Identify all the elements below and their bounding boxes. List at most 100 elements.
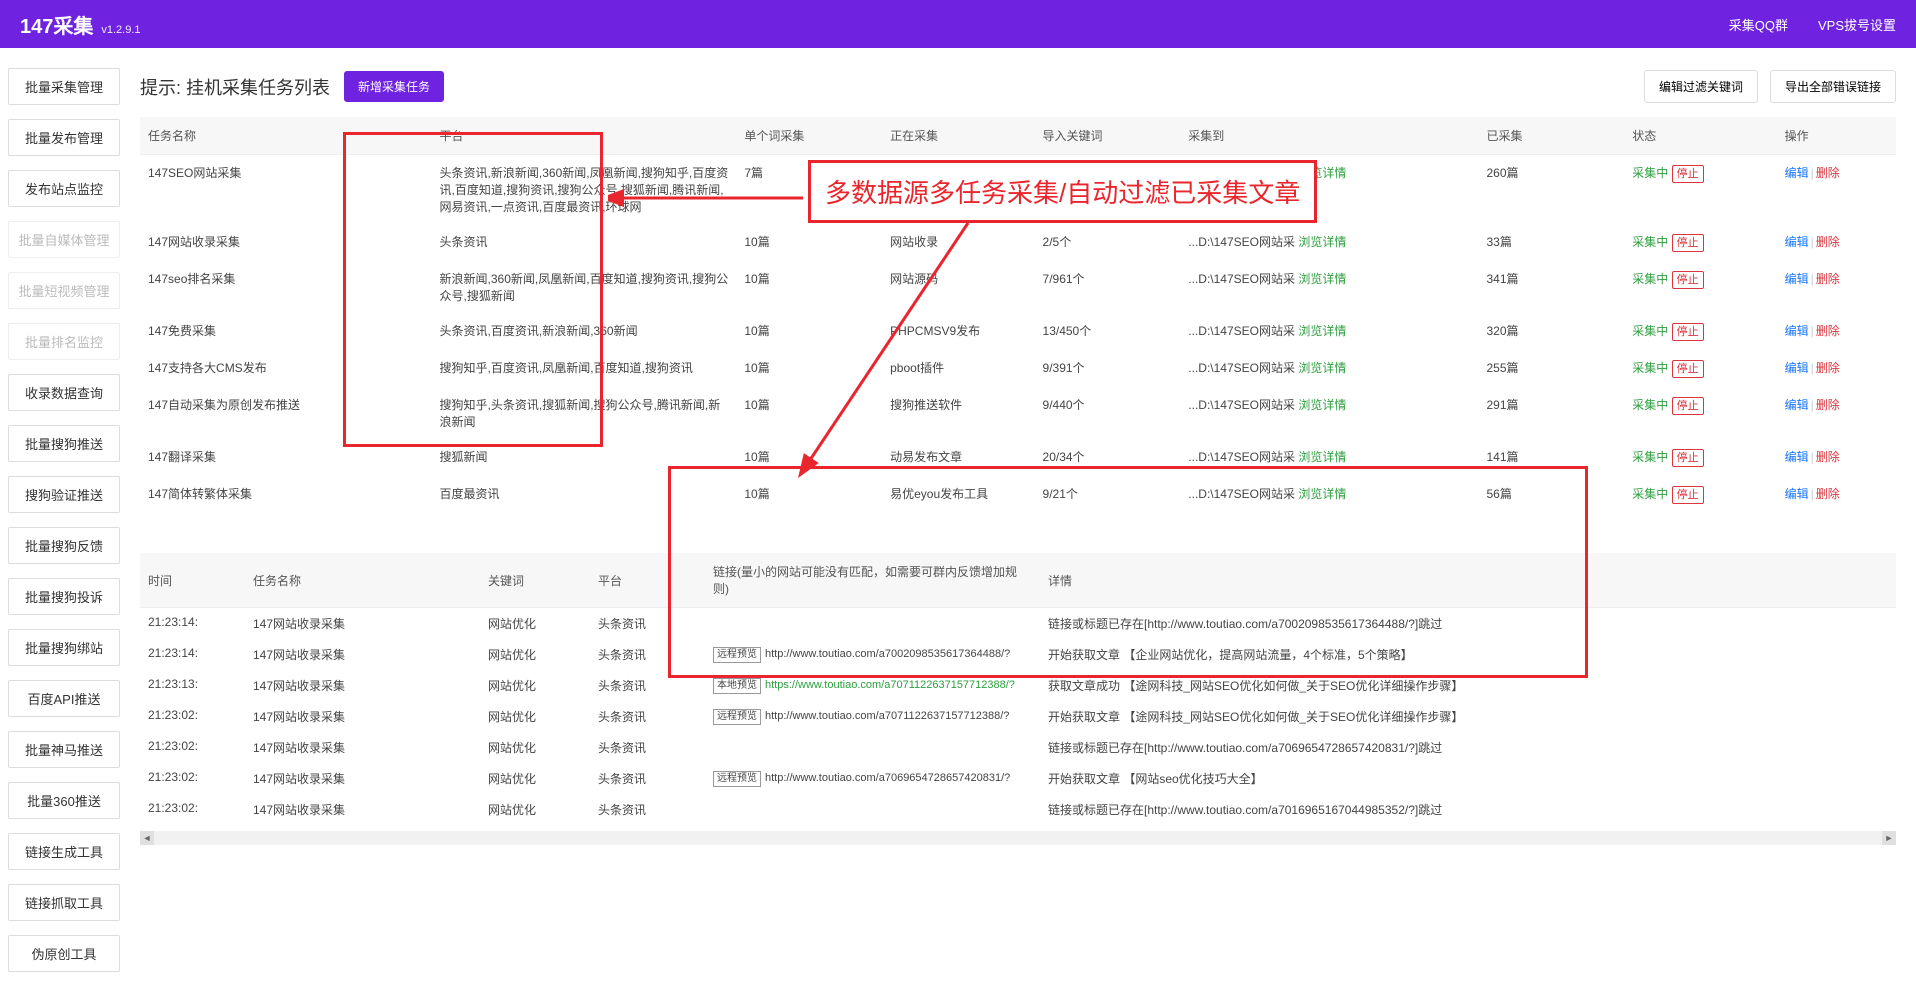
delete-link[interactable]: 删除	[1816, 324, 1840, 338]
browse-detail-link[interactable]: 浏览详情	[1298, 235, 1346, 249]
stop-button[interactable]: 停止	[1672, 271, 1704, 289]
cell-import: 9/440个	[1035, 387, 1181, 439]
stop-button[interactable]: 停止	[1672, 323, 1704, 341]
sidebar-item-17[interactable]: 伪原创工具	[8, 935, 120, 972]
th-import: 导入关键词	[1035, 117, 1181, 155]
sidebar-item-15[interactable]: 链接生成工具	[8, 833, 120, 870]
cell-import: 9/21个	[1035, 476, 1181, 513]
edit-link[interactable]: 编辑	[1785, 361, 1809, 375]
horizontal-scrollbar[interactable]: ◄ ►	[140, 831, 1896, 845]
sidebar-item-6[interactable]: 收录数据查询	[8, 374, 120, 411]
th-log-keyword: 关键词	[480, 553, 590, 608]
log-url[interactable]: http://www.toutiao.com/a7069654728657420…	[765, 772, 1010, 784]
edit-link[interactable]: 编辑	[1785, 324, 1809, 338]
browse-detail-link[interactable]: 浏览详情	[1298, 398, 1346, 412]
browse-detail-link[interactable]: 浏览详情	[1298, 487, 1346, 501]
sidebar-item-7[interactable]: 批量搜狗推送	[8, 425, 120, 462]
edit-link[interactable]: 编辑	[1785, 450, 1809, 464]
add-task-button[interactable]: 新增采集任务	[344, 71, 444, 102]
stop-button[interactable]: 停止	[1672, 234, 1704, 252]
sidebar-item-8[interactable]: 搜狗验证推送	[8, 476, 120, 513]
log-link	[705, 794, 1040, 825]
th-single: 单个词采集	[736, 117, 882, 155]
sidebar-item-11[interactable]: 批量搜狗绑站	[8, 629, 120, 666]
scroll-left-icon[interactable]: ◄	[140, 831, 154, 845]
log-link: 远程预览 http://www.toutiao.com/a707112263715…	[705, 701, 1040, 732]
browse-detail-link[interactable]: 浏览详情	[1298, 272, 1346, 286]
edit-filter-button[interactable]: 编辑过滤关键词	[1644, 70, 1758, 103]
edit-link[interactable]: 编辑	[1785, 166, 1809, 180]
log-keyword: 网站优化	[480, 763, 590, 794]
stop-button[interactable]: 停止	[1672, 449, 1704, 467]
cell-status: 采集中 停止	[1624, 476, 1776, 513]
stop-button[interactable]: 停止	[1672, 360, 1704, 378]
table-row: 147免费采集头条资讯,百度资讯,新浪新闻,360新闻10篇PHPCMSV9发布…	[140, 313, 1896, 350]
stop-button[interactable]: 停止	[1672, 165, 1704, 183]
delete-link[interactable]: 删除	[1816, 450, 1840, 464]
sidebar-item-13[interactable]: 批量神马推送	[8, 731, 120, 768]
sidebar-item-0[interactable]: 批量采集管理	[8, 68, 120, 105]
delete-link[interactable]: 删除	[1816, 272, 1840, 286]
log-link: 本地预览 https://www.toutiao.com/a70711226371…	[705, 670, 1040, 701]
cell-status: 采集中 停止	[1624, 261, 1776, 313]
remote-preview-tag[interactable]: 远程预览	[713, 647, 761, 663]
log-time: 21:23:02:	[140, 732, 245, 763]
log-name: 147网站收录采集	[245, 763, 480, 794]
delete-link[interactable]: 删除	[1816, 398, 1840, 412]
delete-link[interactable]: 删除	[1816, 361, 1840, 375]
log-row: 21:23:13:147网站收录采集网站优化头条资讯本地预览https://ww…	[140, 670, 1896, 701]
delete-link[interactable]: 删除	[1816, 487, 1840, 501]
remote-preview-tag[interactable]: 远程预览	[713, 709, 761, 725]
cell-action: 编辑|删除	[1777, 350, 1896, 387]
cell-name: 147SEO网站采集	[140, 155, 432, 225]
edit-link[interactable]: 编辑	[1785, 487, 1809, 501]
scroll-right-icon[interactable]: ►	[1882, 831, 1896, 845]
log-detail: 链接或标题已存在[http://www.toutiao.com/a7069654…	[1040, 732, 1896, 763]
delete-link[interactable]: 删除	[1816, 166, 1840, 180]
log-url[interactable]: https://www.toutiao.com/a707112263715771…	[765, 679, 1015, 691]
edit-link[interactable]: 编辑	[1785, 272, 1809, 286]
log-time: 21:23:14:	[140, 608, 245, 640]
qq-group-link[interactable]: 采集QQ群	[1729, 15, 1788, 34]
cell-collecting: 搜狗推送软件	[882, 387, 1034, 439]
browse-detail-link[interactable]: 浏览详情	[1298, 361, 1346, 375]
sidebar-item-9[interactable]: 批量搜狗反馈	[8, 527, 120, 564]
status-running: 采集中	[1632, 272, 1668, 286]
cell-target: ...D:\147SEO网站采 浏览详情	[1180, 439, 1478, 476]
th-status: 状态	[1624, 117, 1776, 155]
stop-button[interactable]: 停止	[1672, 486, 1704, 504]
log-keyword: 网站优化	[480, 701, 590, 732]
browse-detail-link[interactable]: 浏览详情	[1298, 450, 1346, 464]
cell-name: 147网站收录采集	[140, 224, 432, 261]
sidebar-item-16[interactable]: 链接抓取工具	[8, 884, 120, 921]
stop-button[interactable]: 停止	[1672, 397, 1704, 415]
sidebar-item-10[interactable]: 批量搜狗投诉	[8, 578, 120, 615]
log-keyword: 网站优化	[480, 794, 590, 825]
cell-import: 7/961个	[1035, 261, 1181, 313]
app-version: v1.2.9.1	[101, 24, 140, 36]
th-name: 任务名称	[140, 117, 432, 155]
cell-target: ...D:\147SEO网站采 浏览详情	[1180, 350, 1478, 387]
export-errors-button[interactable]: 导出全部错误链接	[1770, 70, 1896, 103]
log-platform: 头条资讯	[590, 732, 705, 763]
cell-status: 采集中 停止	[1624, 155, 1776, 225]
log-url[interactable]: http://www.toutiao.com/a7002098535617364…	[765, 648, 1010, 660]
browse-detail-link[interactable]: 浏览详情	[1298, 324, 1346, 338]
local-preview-tag[interactable]: 本地预览	[713, 678, 761, 694]
remote-preview-tag[interactable]: 远程预览	[713, 771, 761, 787]
sidebar-item-12[interactable]: 百度API推送	[8, 680, 120, 717]
log-platform: 头条资讯	[590, 763, 705, 794]
cell-target: ...D:\147SEO网站采 浏览详情	[1180, 155, 1478, 225]
th-target: 采集到	[1180, 117, 1478, 155]
table-row: 147自动采集为原创发布推送搜狗知乎,头条资讯,搜狐新闻,搜狗公众号,腾讯新闻,…	[140, 387, 1896, 439]
vps-dial-link[interactable]: VPS拔号设置	[1818, 15, 1896, 34]
delete-link[interactable]: 删除	[1816, 235, 1840, 249]
sidebar-item-1[interactable]: 批量发布管理	[8, 119, 120, 156]
log-url[interactable]: http://www.toutiao.com/a7071122637157712…	[765, 710, 1009, 722]
edit-link[interactable]: 编辑	[1785, 398, 1809, 412]
sidebar-item-14[interactable]: 批量360推送	[8, 782, 120, 819]
sidebar-item-2[interactable]: 发布站点监控	[8, 170, 120, 207]
browse-detail-link[interactable]: 浏览详情	[1298, 166, 1346, 180]
log-row: 21:23:02:147网站收录采集网站优化头条资讯远程预览http://www…	[140, 701, 1896, 732]
edit-link[interactable]: 编辑	[1785, 235, 1809, 249]
